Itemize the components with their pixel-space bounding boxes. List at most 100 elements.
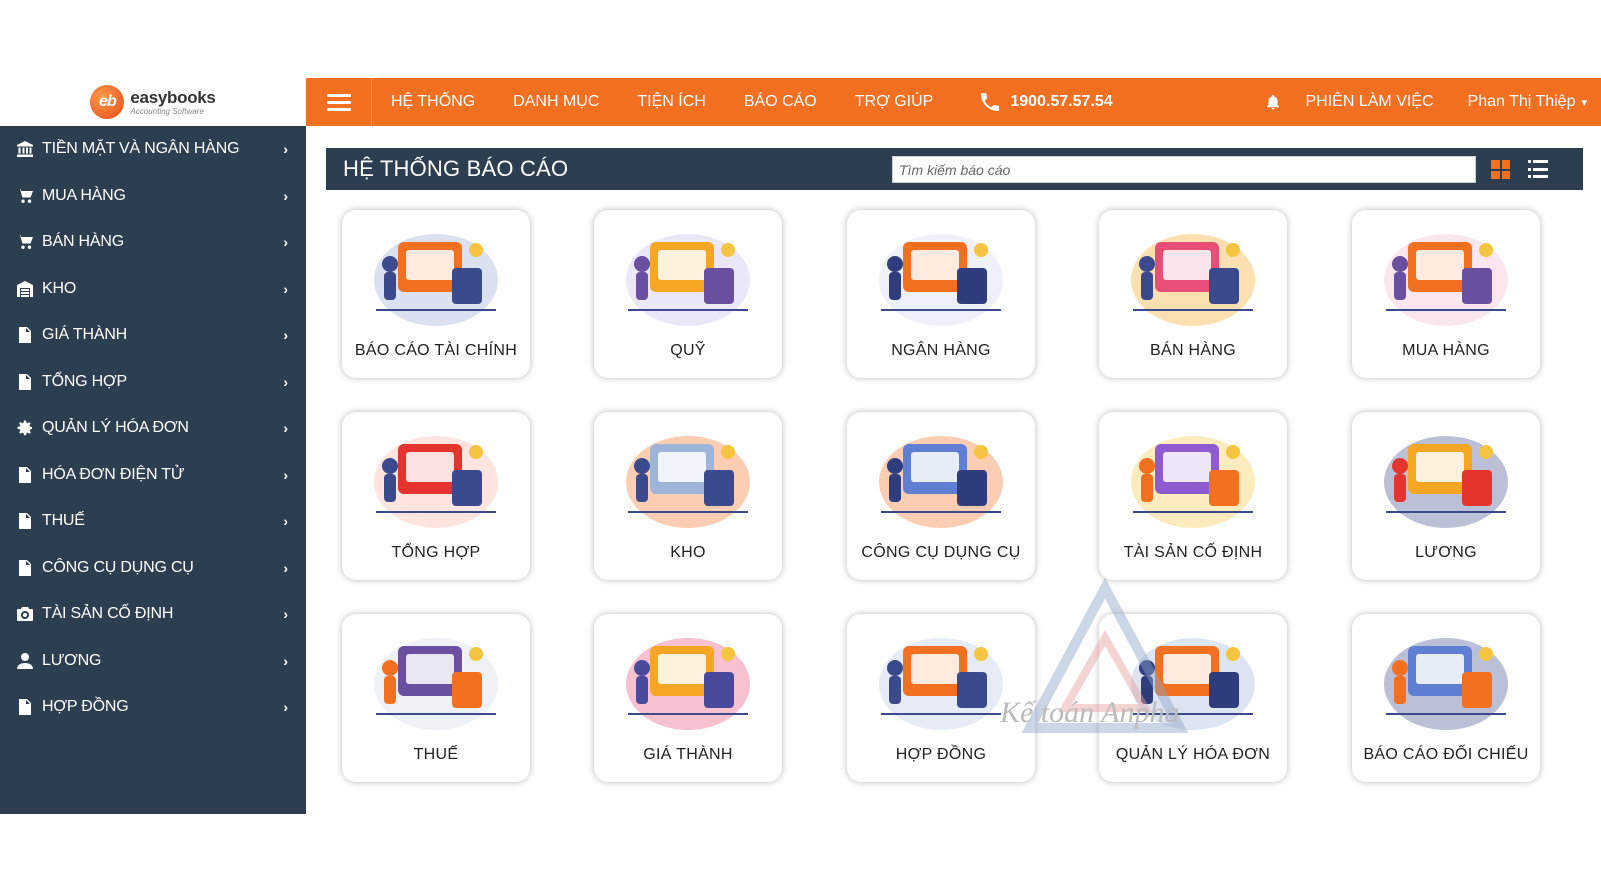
chevron-right-icon: › <box>283 327 288 344</box>
top-navbar: HỆ THỐNG DANH MỤC TIỆN ÍCH BÁO CÁO TRỢ G… <box>306 78 1601 126</box>
chevron-right-icon: › <box>283 420 288 437</box>
topnav-tien-ich[interactable]: TIỆN ÍCH <box>618 93 724 111</box>
sidebar-item[interactable]: GIÁ THÀNH › <box>0 312 306 359</box>
sidebar-item-label: LƯƠNG <box>42 651 102 669</box>
document-icon <box>16 559 34 577</box>
report-header: HỆ THỐNG BÁO CÁO <box>326 148 1583 190</box>
chevron-right-icon: › <box>283 141 288 158</box>
sidebar-item-label: TÀI SẢN CỐ ĐỊNH <box>42 605 174 623</box>
sidebar-item[interactable]: HỢP ĐỒNG › <box>0 684 306 731</box>
search-input[interactable] <box>892 156 1476 183</box>
logo-mark: eb <box>90 85 125 119</box>
main-content: HỆ THỐNG BÁO CÁO BÁO CÁO TÀI CHÍNH QUỸ NGÂ… <box>306 126 1601 814</box>
document-icon <box>16 326 34 344</box>
topnav-danh-muc[interactable]: DANH MỤC <box>494 93 618 111</box>
gear-icon <box>16 419 34 437</box>
topnav-tro-giup[interactable]: TRỢ GIÚP <box>836 93 953 111</box>
sidebar-item-label: HỢP ĐỒNG <box>42 698 129 716</box>
sidebar-item-label: BÁN HÀNG <box>42 233 124 251</box>
report-card-label: BÁN HÀNG <box>1150 342 1236 359</box>
report-card-label: QUỸ <box>670 342 706 359</box>
report-card-label: NGÂN HÀNG <box>891 342 991 359</box>
grid-view-icon[interactable] <box>1491 160 1510 179</box>
top-nav: HỆ THỐNG DANH MỤC TIỆN ÍCH BÁO CÁO TRỢ G… <box>372 78 952 126</box>
report-illustration-icon <box>374 234 498 326</box>
sidebar-item[interactable]: BÁN HÀNG › <box>0 219 306 266</box>
sidebar: TIỀN MẶT VÀ NGÂN HÀNG › MUA HÀNG › BÁN HÀNG ›… <box>0 126 306 814</box>
chevron-right-icon: › <box>283 466 288 483</box>
cart-icon <box>16 233 34 251</box>
sidebar-item[interactable]: TỔNG HỢP › <box>0 359 306 406</box>
phone-icon <box>981 93 1000 111</box>
report-card-label: QUẢN LÝ HÓA ĐƠN <box>1115 746 1271 763</box>
chevron-down-icon: ▾ <box>1581 96 1587 109</box>
report-card[interactable]: BÁO CÁO TÀI CHÍNH <box>342 210 530 378</box>
document-icon <box>16 373 34 391</box>
hotline[interactable]: 1900.57.57.54 <box>978 90 1113 114</box>
report-card-label: BÁO CÁO ĐỐI CHIẾU <box>1363 746 1529 763</box>
report-card[interactable]: THUẾ <box>342 614 530 782</box>
topnav-bao-cao[interactable]: BÁO CÁO <box>725 93 836 111</box>
report-illustration-icon <box>1384 638 1508 730</box>
sidebar-item-label: MUA HÀNG <box>42 186 126 204</box>
report-card[interactable]: QUỸ <box>594 210 782 378</box>
report-illustration-icon <box>1384 436 1508 528</box>
logo-tagline: Accounting Software <box>130 106 204 116</box>
report-card[interactable]: HỢP ĐỒNG <box>847 614 1035 782</box>
report-card[interactable]: BÁO CÁO ĐỐI CHIẾU <box>1352 614 1540 782</box>
user-icon <box>16 652 34 670</box>
sidebar-item[interactable]: THUẾ › <box>0 498 306 545</box>
phone-number: 1900.57.57.54 <box>1010 93 1113 110</box>
report-illustration-icon <box>374 638 498 730</box>
report-illustration-icon <box>1131 234 1255 326</box>
chevron-right-icon: › <box>283 280 288 297</box>
report-card-label: TỔNG HỢP <box>391 544 481 561</box>
report-illustration-icon <box>879 436 1003 528</box>
logo[interactable]: eb easybooks Accounting Software <box>0 78 306 126</box>
page-title: HỆ THỐNG BÁO CÁO <box>343 156 569 181</box>
report-card-label: HỢP ĐỒNG <box>895 746 987 763</box>
chevron-right-icon: › <box>283 187 288 204</box>
session-link[interactable]: PHIÊN LÀM VIỆC <box>1306 93 1434 111</box>
sidebar-item-label: CÔNG CỤ DỤNG CỤ <box>42 558 194 576</box>
report-card[interactable]: BÁN HÀNG <box>1099 210 1287 378</box>
report-card[interactable]: GIÁ THÀNH <box>594 614 782 782</box>
sidebar-item[interactable]: QUẢN LÝ HÓA ĐƠN › <box>0 405 306 452</box>
sidebar-item-label: QUẢN LÝ HÓA ĐƠN <box>42 419 189 437</box>
logo-name: easybooks <box>130 87 216 107</box>
report-card-label: GIÁ THÀNH <box>643 746 733 763</box>
sidebar-item[interactable]: CÔNG CỤ DỤNG CỤ › <box>0 545 306 592</box>
menu-toggle-button[interactable] <box>306 78 372 126</box>
user-menu[interactable]: Phan Thị Thiệp ▾ <box>1468 93 1587 111</box>
sidebar-item[interactable]: HÓA ĐƠN ĐIỆN TỬ › <box>0 452 306 499</box>
chevron-right-icon: › <box>283 606 288 623</box>
camera-icon <box>16 605 34 623</box>
sidebar-item[interactable]: LƯƠNG › <box>0 638 306 685</box>
bell-icon[interactable] <box>1264 93 1282 111</box>
sidebar-item[interactable]: KHO › <box>0 266 306 313</box>
report-card[interactable]: QUẢN LÝ HÓA ĐƠN <box>1099 614 1287 782</box>
report-illustration-icon <box>374 436 498 528</box>
report-illustration-icon <box>1131 436 1255 528</box>
sidebar-item[interactable]: TÀI SẢN CỐ ĐỊNH › <box>0 591 306 638</box>
report-card[interactable]: TÀI SẢN CỐ ĐỊNH <box>1099 412 1287 580</box>
list-view-icon[interactable] <box>1528 160 1548 178</box>
report-card-label: CÔNG CỤ DỤNG CỤ <box>861 544 1021 561</box>
report-card-label: TÀI SẢN CỐ ĐỊNH <box>1123 544 1263 561</box>
report-card[interactable]: NGÂN HÀNG <box>847 210 1035 378</box>
report-card[interactable]: MUA HÀNG <box>1352 210 1540 378</box>
topnav-he-thong[interactable]: HỆ THỐNG <box>372 93 494 111</box>
report-card[interactable]: TỔNG HỢP <box>342 412 530 580</box>
report-card[interactable]: KHO <box>594 412 782 580</box>
sidebar-item[interactable]: TIỀN MẶT VÀ NGÂN HÀNG › <box>0 126 306 173</box>
report-illustration-icon <box>1384 234 1508 326</box>
sidebar-item[interactable]: MUA HÀNG › <box>0 173 306 220</box>
report-card-label: THUẾ <box>413 746 459 763</box>
report-illustration-icon <box>626 638 750 730</box>
report-card[interactable]: CÔNG CỤ DỤNG CỤ <box>847 412 1035 580</box>
report-card-label: BÁO CÁO TÀI CHÍNH <box>354 342 518 359</box>
report-card-label: MUA HÀNG <box>1402 342 1490 359</box>
report-illustration-icon <box>626 234 750 326</box>
report-card[interactable]: LƯƠNG <box>1352 412 1540 580</box>
sidebar-item-label: TIỀN MẶT VÀ NGÂN HÀNG <box>42 140 240 158</box>
